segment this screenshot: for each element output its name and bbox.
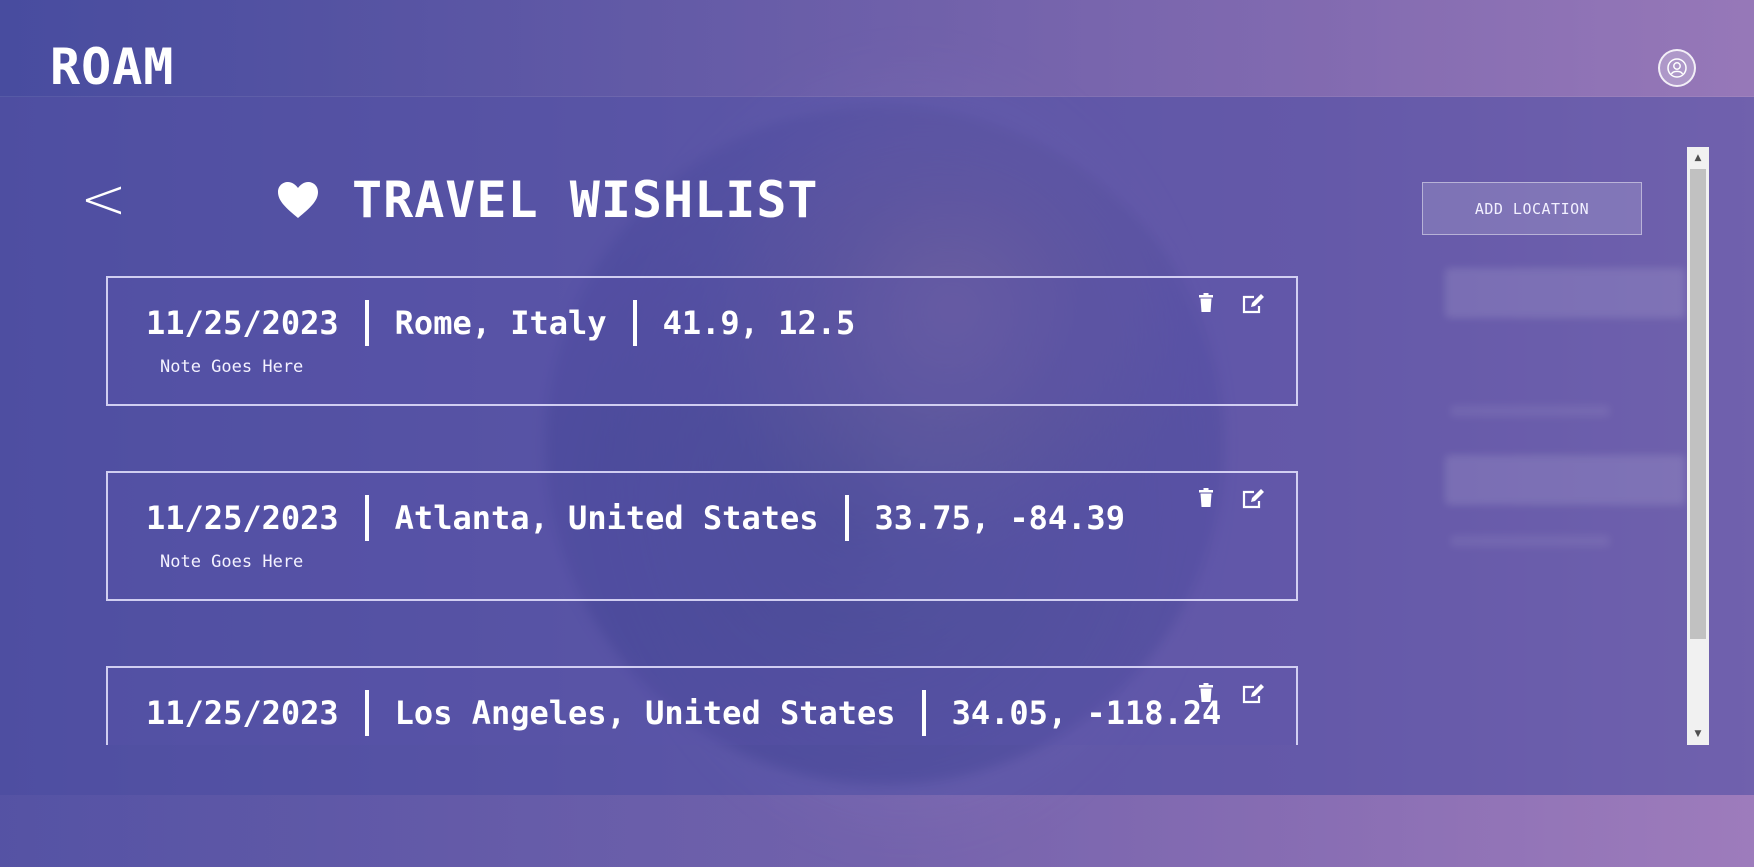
card-actions — [1198, 683, 1266, 705]
card-summary: 11/25/2023 Los Angeles, United States 34… — [146, 690, 1221, 736]
wishlist-card: 11/25/2023 Los Angeles, United States 34… — [106, 666, 1298, 745]
card-actions — [1198, 488, 1266, 510]
card-summary: 11/25/2023 Atlanta, United States 33.75,… — [146, 495, 1125, 541]
card-summary: 11/25/2023 Rome, Italy 41.9, 12.5 — [146, 300, 855, 346]
card-coordinates: 34.05, -118.24 — [951, 694, 1222, 732]
card-date: 11/25/2023 — [146, 304, 339, 342]
profile-button[interactable] — [1658, 49, 1696, 87]
divider — [844, 495, 849, 541]
card-coordinates: 41.9, 12.5 — [662, 304, 856, 342]
footer-band — [0, 795, 1754, 867]
divider — [632, 300, 637, 346]
vertical-scrollbar[interactable]: ▲ ▼ — [1687, 147, 1709, 745]
back-button[interactable]: < — [80, 165, 127, 235]
scroll-down-arrow-icon[interactable]: ▼ — [1687, 725, 1709, 743]
app-logo[interactable]: ROAM — [50, 37, 174, 97]
top-header: ROAM — [0, 0, 1754, 97]
card-actions — [1198, 293, 1266, 315]
trash-icon[interactable] — [1198, 683, 1214, 705]
ghost-label — [1450, 535, 1610, 547]
wishlist-list[interactable]: 11/25/2023 Rome, Italy 41.9, 12.5 Note G… — [100, 270, 1300, 745]
trash-icon[interactable] — [1198, 293, 1214, 315]
wishlist-card: 11/25/2023 Atlanta, United States 33.75,… — [106, 471, 1298, 601]
heart-icon — [276, 180, 320, 220]
ghost-field — [1445, 268, 1685, 318]
wishlist-card: 11/25/2023 Rome, Italy 41.9, 12.5 Note G… — [106, 276, 1298, 406]
scroll-up-arrow-icon[interactable]: ▲ — [1687, 149, 1709, 167]
edit-icon[interactable] — [1242, 488, 1266, 510]
scroll-thumb[interactable] — [1690, 169, 1706, 639]
edit-icon[interactable] — [1242, 293, 1266, 315]
divider — [364, 300, 369, 346]
card-coordinates: 33.75, -84.39 — [874, 499, 1125, 537]
divider — [921, 690, 926, 736]
card-note: Note Goes Here — [160, 552, 304, 572]
card-location: Atlanta, United States — [394, 499, 819, 537]
page-title: TRAVEL WISHLIST — [352, 171, 819, 229]
ghost-field — [1445, 455, 1685, 505]
card-date: 11/25/2023 — [146, 499, 339, 537]
trash-icon[interactable] — [1198, 488, 1214, 510]
divider — [364, 690, 369, 736]
add-location-button[interactable]: ADD LOCATION — [1422, 182, 1642, 235]
card-location: Los Angeles, United States — [394, 694, 896, 732]
divider — [364, 495, 369, 541]
ghost-label — [1450, 405, 1610, 417]
edit-icon[interactable] — [1242, 683, 1266, 705]
card-note: Note Goes Here — [160, 357, 304, 377]
card-date: 11/25/2023 — [146, 694, 339, 732]
page-heading: TRAVEL WISHLIST — [276, 168, 819, 232]
card-location: Rome, Italy — [394, 304, 607, 342]
user-circle-icon — [1667, 58, 1687, 78]
